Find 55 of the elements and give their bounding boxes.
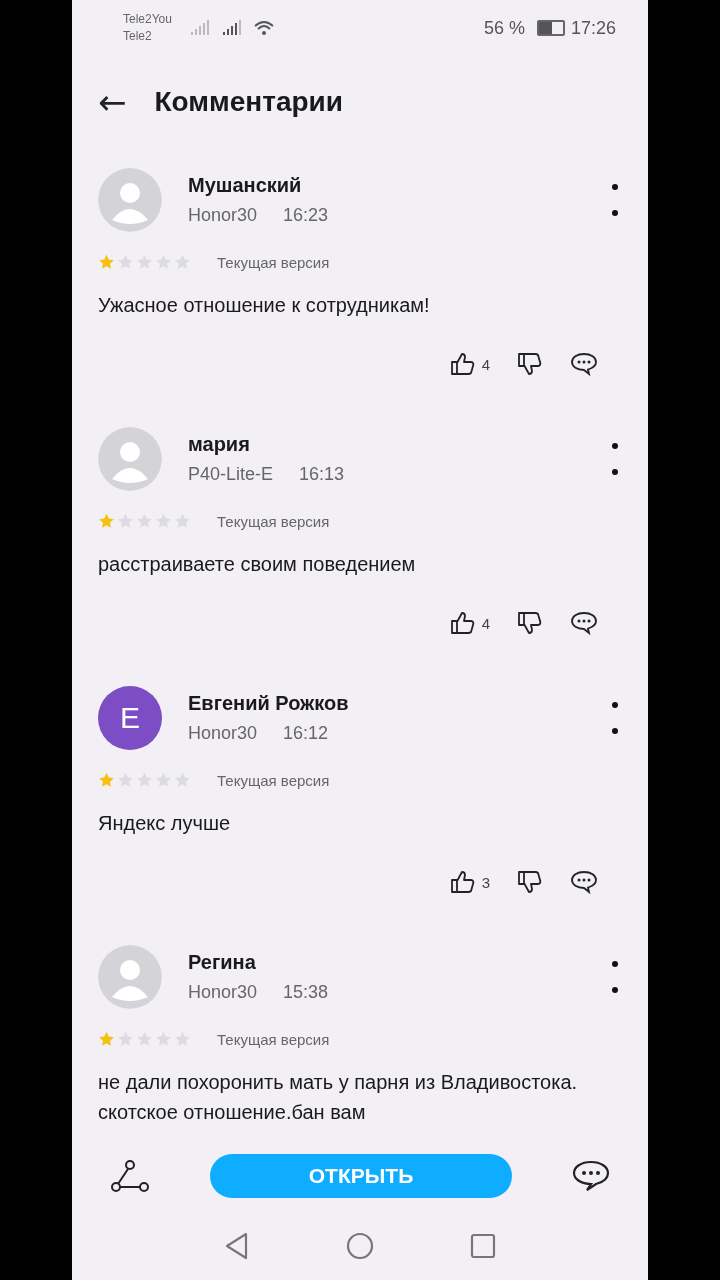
comment-text: Ужасное отношение к сотрудникам!	[98, 293, 431, 318]
share-icon[interactable]	[110, 1159, 150, 1193]
version-label: Текущая версия	[217, 253, 330, 271]
more-icon[interactable]	[612, 443, 618, 475]
avatar: E	[98, 686, 162, 750]
carrier-name: Tele2	[123, 28, 153, 45]
clock: 17:26	[570, 17, 616, 39]
thumbs-down-icon[interactable]	[516, 351, 542, 377]
version-label: Текущая версия	[217, 512, 330, 530]
user-name: Евгений Рожков	[188, 692, 350, 715]
more-icon[interactable]	[612, 702, 618, 734]
thumbs-up-icon[interactable]	[449, 869, 476, 895]
thumbs-up-icon[interactable]	[449, 610, 476, 636]
more-icon[interactable]	[612, 961, 618, 993]
more-icon[interactable]	[612, 184, 618, 216]
signal-icon	[189, 20, 210, 36]
back-nav-icon[interactable]	[224, 1232, 250, 1260]
like-count: 4	[481, 355, 490, 373]
user-name: Мушанский	[188, 174, 303, 197]
comment-text: не дали похоронить мать у парня из Владивостока. скотское отношение.бан вам	[98, 1070, 579, 1125]
wifi-icon	[253, 20, 274, 36]
user-name: Регина	[188, 951, 257, 974]
device-name: Honor30	[188, 723, 258, 744]
device-name: Honor30	[188, 982, 258, 1003]
page-title: Комментарии	[154, 86, 344, 118]
device-name: Honor30	[188, 205, 258, 226]
thumbs-up-icon[interactable]	[449, 351, 476, 377]
battery-icon	[536, 20, 565, 36]
comment-time: 16:23	[283, 205, 329, 226]
comment-time: 15:38	[283, 982, 329, 1003]
comment-time: 16:13	[299, 464, 345, 485]
comment-text: Яндекс лучше	[98, 811, 232, 836]
like-count: 4	[481, 614, 490, 632]
comment-icon[interactable]	[570, 610, 598, 636]
like-count: 3	[481, 873, 490, 891]
comment-icon[interactable]	[570, 869, 598, 895]
comment-text: расстраиваете своим поведением	[98, 552, 417, 577]
recents-nav-icon[interactable]	[470, 1233, 496, 1259]
signal-icon	[221, 20, 242, 36]
version-label: Текущая версия	[217, 1030, 330, 1048]
home-nav-icon[interactable]	[346, 1232, 374, 1260]
comment-icon[interactable]	[572, 1159, 610, 1193]
user-name: мария	[188, 433, 251, 456]
thumbs-down-icon[interactable]	[516, 869, 542, 895]
battery-percent: 56 %	[483, 17, 525, 39]
avatar-icon	[98, 945, 162, 1009]
comment-icon[interactable]	[570, 351, 598, 377]
device-name: P40-Lite-E	[188, 464, 274, 485]
back-button[interactable]: ←	[98, 85, 127, 119]
avatar-icon	[98, 168, 162, 232]
thumbs-down-icon[interactable]	[516, 610, 542, 636]
version-label: Текущая версия	[217, 771, 330, 789]
carrier-name: Tele2You	[123, 11, 172, 28]
comment-time: 16:12	[283, 723, 329, 744]
avatar-icon	[98, 427, 162, 491]
